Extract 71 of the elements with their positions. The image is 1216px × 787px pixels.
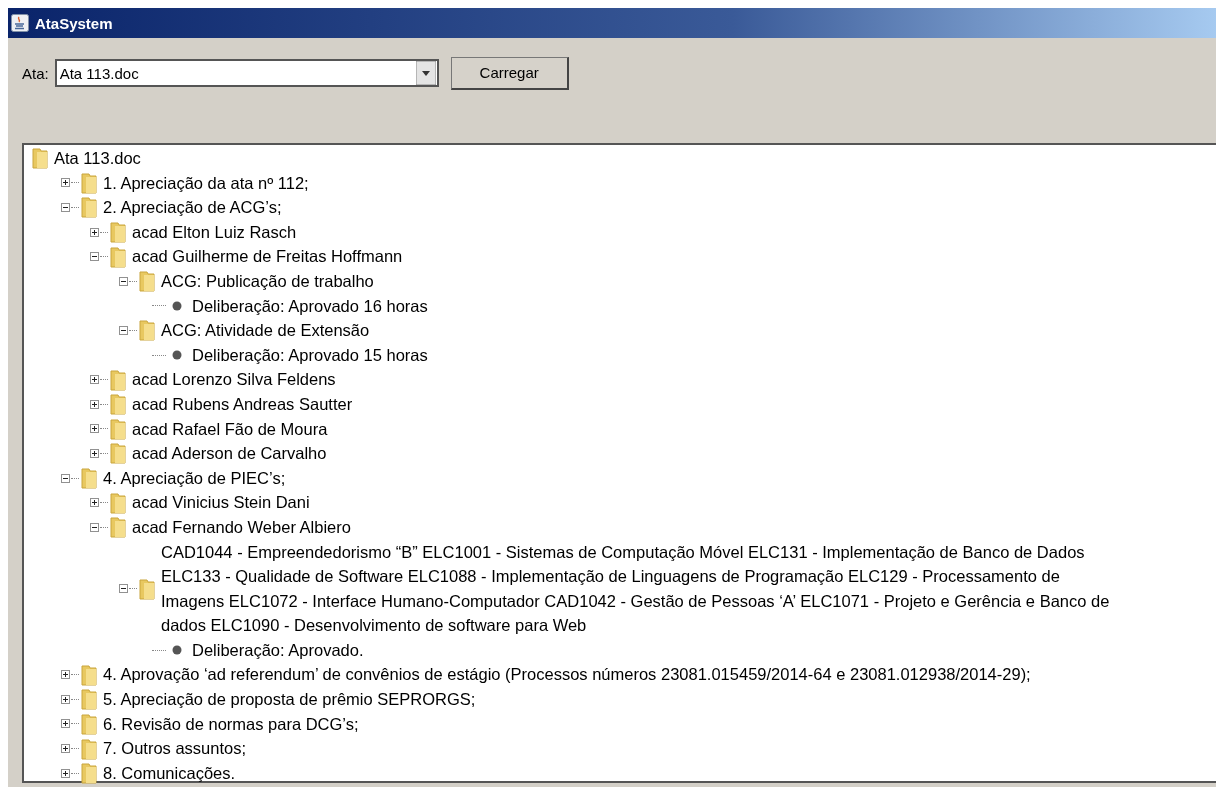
expand-icon[interactable] bbox=[90, 227, 99, 237]
collapse-icon[interactable] bbox=[119, 276, 128, 286]
tree-item[interactable]: acad Lorenzo Silva Feldens bbox=[132, 367, 336, 392]
tree-item[interactable]: ACG: Publicação de trabalho bbox=[161, 268, 374, 294]
folder-icon bbox=[139, 319, 155, 342]
tree-item[interactable]: acad Aderson de Carvalho bbox=[132, 441, 327, 466]
cup-icon bbox=[11, 14, 29, 32]
tree-item[interactable]: 6. Revisão de normas para DCG’s; bbox=[103, 711, 359, 737]
expand-icon[interactable] bbox=[61, 744, 70, 754]
folder-icon bbox=[110, 442, 126, 465]
collapse-icon[interactable] bbox=[119, 584, 128, 594]
collapse-icon[interactable] bbox=[119, 325, 128, 335]
folder-icon bbox=[110, 393, 126, 416]
ata-label: Ata: bbox=[22, 64, 49, 82]
folder-icon bbox=[81, 762, 97, 785]
tree-item[interactable]: acad Vinicius Stein Dani bbox=[132, 490, 310, 515]
carregar-button[interactable]: Carregar bbox=[450, 56, 569, 90]
folder-icon bbox=[81, 663, 97, 686]
expand-icon[interactable] bbox=[61, 694, 70, 704]
tree-item[interactable]: 4. Apreciação de PIEC’s; bbox=[103, 465, 286, 491]
bullet-icon bbox=[172, 350, 182, 361]
tree-item[interactable]: acad Rafael Fão de Moura bbox=[132, 416, 328, 442]
tree-item[interactable]: CAD1044 - Empreendedorismo “B” ELC1001 - Sistemas de Computação Móvel ELC131 - Implementação de Banco de Dados ELC133 - Qualidade de Software ELC1088 - Implementação de Linguagens de Programação ELC129 - Processamento de Imagens ELC1072 - Interface Humano-Computador CAD1042 - Gestão de Pessoas ‘A’ ELC1071 - Projeto e Gerência e Banco de dados ELC1090 - Desenvolvimento de software para Web bbox=[161, 539, 1121, 638]
tree-item[interactable]: 5. Apreciação de proposta de prêmio SEPRORGS; bbox=[103, 687, 476, 712]
tree-item[interactable]: 7. Outros assuntos; bbox=[103, 736, 247, 761]
expand-icon[interactable] bbox=[90, 375, 99, 385]
tree-item[interactable]: acad Rubens Andreas Sautter bbox=[132, 391, 353, 417]
tree-item[interactable]: 8. Comunicações. bbox=[103, 760, 236, 786]
expand-icon[interactable] bbox=[90, 424, 99, 434]
collapse-icon[interactable] bbox=[61, 203, 70, 212]
folder-icon bbox=[81, 467, 97, 489]
folder-icon bbox=[81, 712, 97, 735]
expand-icon[interactable] bbox=[61, 719, 70, 729]
expand-icon[interactable] bbox=[61, 768, 70, 778]
folder-icon bbox=[110, 368, 126, 391]
tree-item[interactable]: ACG: Atividade de Extensão bbox=[161, 318, 370, 343]
folder-icon bbox=[81, 688, 97, 711]
tree-item[interactable]: Deliberação: Aprovado 16 horas bbox=[192, 293, 428, 319]
folder-icon bbox=[110, 417, 126, 440]
folder-icon bbox=[139, 270, 155, 293]
folder-icon bbox=[110, 221, 126, 244]
expand-icon[interactable] bbox=[61, 178, 70, 188]
folder-icon bbox=[110, 491, 126, 514]
folder-icon bbox=[81, 196, 97, 219]
tree-item[interactable]: acad Guilherme de Freitas Hoffmann bbox=[132, 244, 403, 269]
tree-item[interactable]: acad Elton Luiz Rasch bbox=[132, 219, 297, 245]
window-title: AtaSystem bbox=[35, 14, 113, 32]
dropdown-arrow-icon[interactable] bbox=[415, 61, 436, 85]
bullet-icon bbox=[172, 645, 182, 656]
folder-icon bbox=[81, 737, 97, 760]
tree-item[interactable]: Deliberação: Aprovado 15 horas bbox=[192, 342, 428, 368]
expand-icon[interactable] bbox=[90, 498, 99, 508]
folder-icon bbox=[110, 516, 126, 539]
collapse-icon[interactable] bbox=[61, 473, 70, 483]
bullet-icon bbox=[172, 300, 182, 311]
tree-item[interactable]: Deliberação: Aprovado. bbox=[192, 637, 364, 663]
tree-item[interactable]: 2. Apreciação de ACG’s; bbox=[103, 195, 282, 220]
folder-icon bbox=[139, 577, 155, 600]
tree-item[interactable]: Ata 113.doc bbox=[54, 146, 141, 171]
folder-icon bbox=[32, 147, 48, 170]
ata-combo-box[interactable]: Ata 113.doc bbox=[54, 59, 439, 87]
folder-icon bbox=[110, 245, 126, 268]
collapse-icon[interactable] bbox=[90, 252, 99, 262]
expand-icon[interactable] bbox=[90, 448, 99, 458]
expand-icon[interactable] bbox=[61, 670, 70, 680]
expand-icon[interactable] bbox=[90, 399, 99, 409]
collapse-icon[interactable] bbox=[90, 522, 99, 532]
tree-item[interactable]: acad Fernando Weber Albiero bbox=[132, 514, 351, 540]
tree-item[interactable]: 1. Apreciação da ata nº 112; bbox=[103, 170, 309, 196]
folder-icon bbox=[81, 171, 97, 194]
tree-item[interactable]: 4. Aprovação ‘ad referendum’ de convênios de estágio (Processos números 23081.015459/2014-64 e 23081.012938/2014-29); bbox=[103, 662, 1031, 688]
